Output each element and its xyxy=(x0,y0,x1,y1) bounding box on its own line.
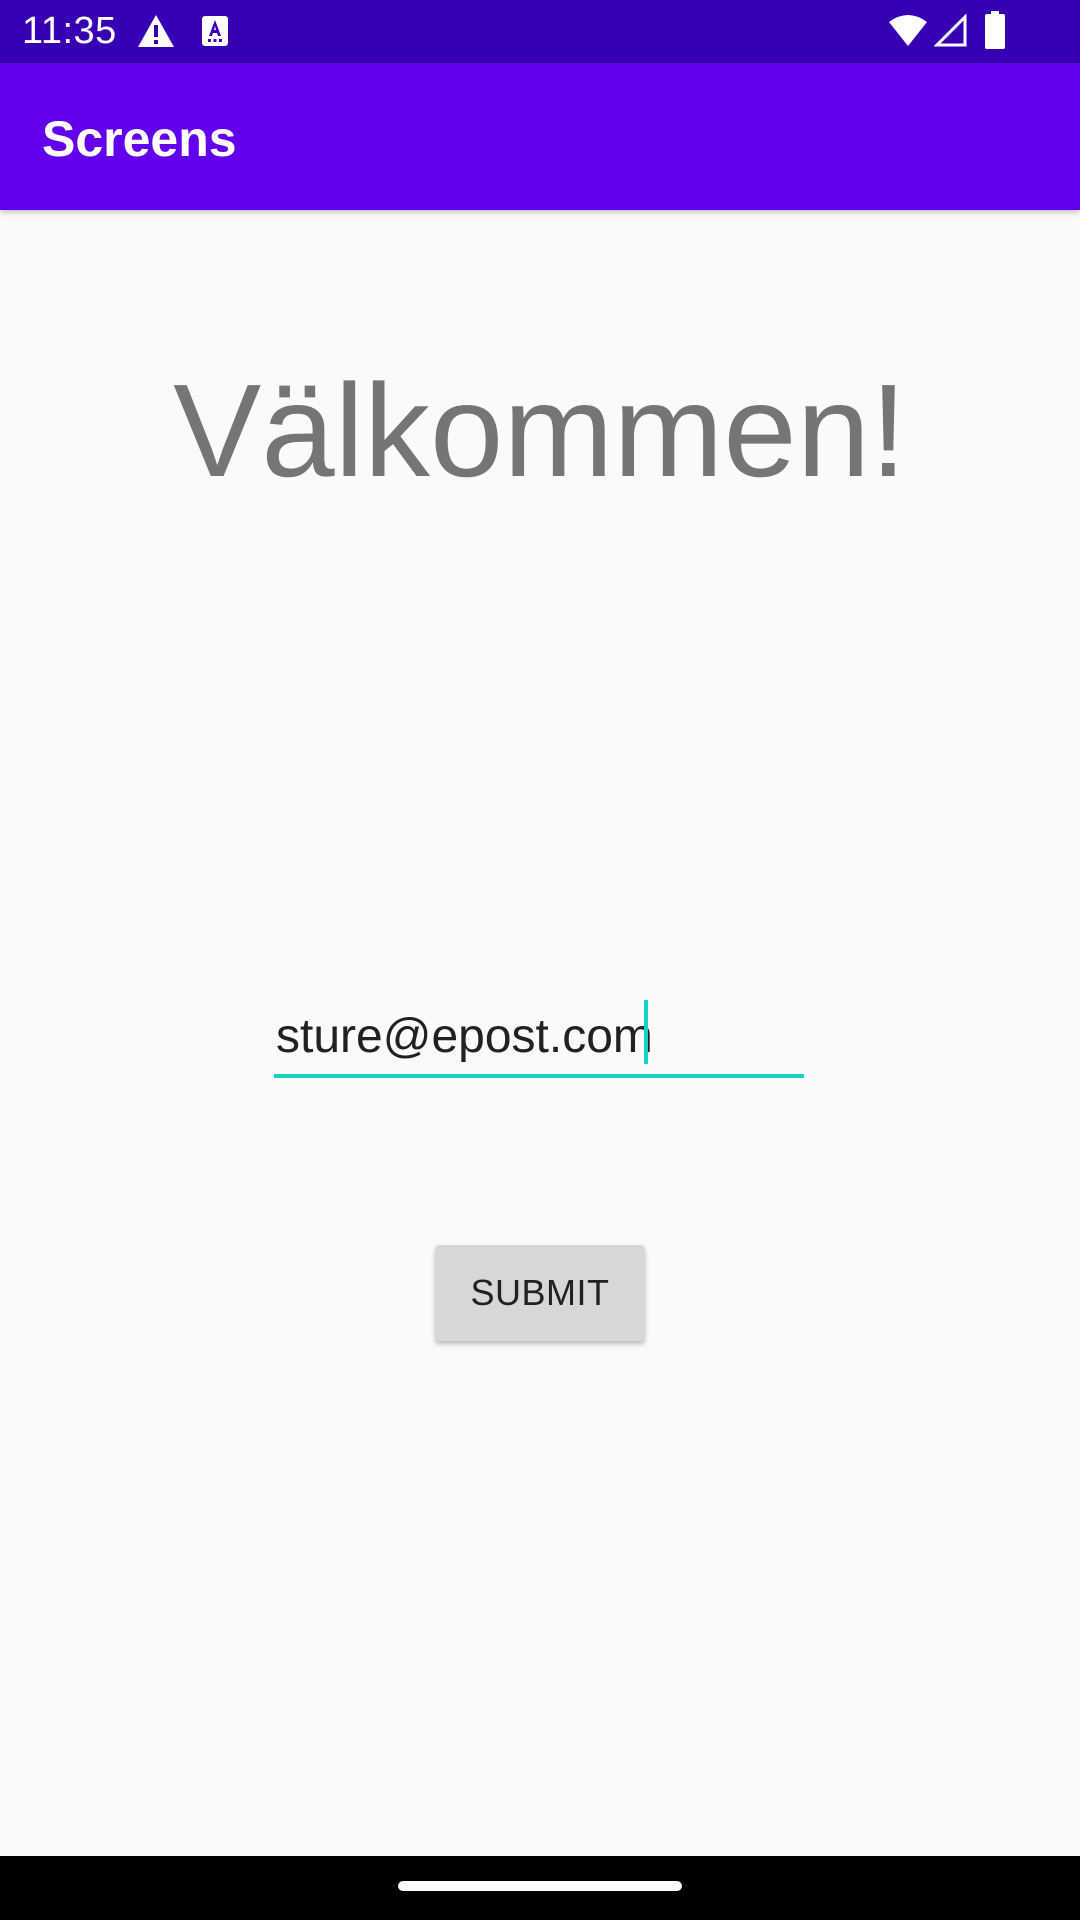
email-field-container xyxy=(274,996,804,1080)
text-cursor xyxy=(644,1000,648,1064)
screen: 11:35 Screens Välkommen! sture@epost.com… xyxy=(0,0,1080,1920)
welcome-heading: Välkommen! xyxy=(173,357,907,504)
warning-icon xyxy=(138,15,174,47)
home-handle[interactable] xyxy=(398,1881,682,1891)
battery-icon xyxy=(985,11,1005,49)
status-time: 11:35 xyxy=(22,10,117,52)
a-notification-icon xyxy=(202,16,228,46)
submit-button[interactable]: SUBMIT xyxy=(435,1245,645,1341)
email-field-underline xyxy=(274,1074,804,1078)
status-bar: 11:35 xyxy=(0,0,1080,63)
wifi-icon xyxy=(889,15,927,46)
app-bar: Screens xyxy=(0,63,1080,210)
email-field[interactable] xyxy=(274,996,804,1076)
app-title: Screens xyxy=(42,111,237,167)
navigation-bar xyxy=(0,1856,1080,1920)
signal-icon xyxy=(934,14,967,47)
